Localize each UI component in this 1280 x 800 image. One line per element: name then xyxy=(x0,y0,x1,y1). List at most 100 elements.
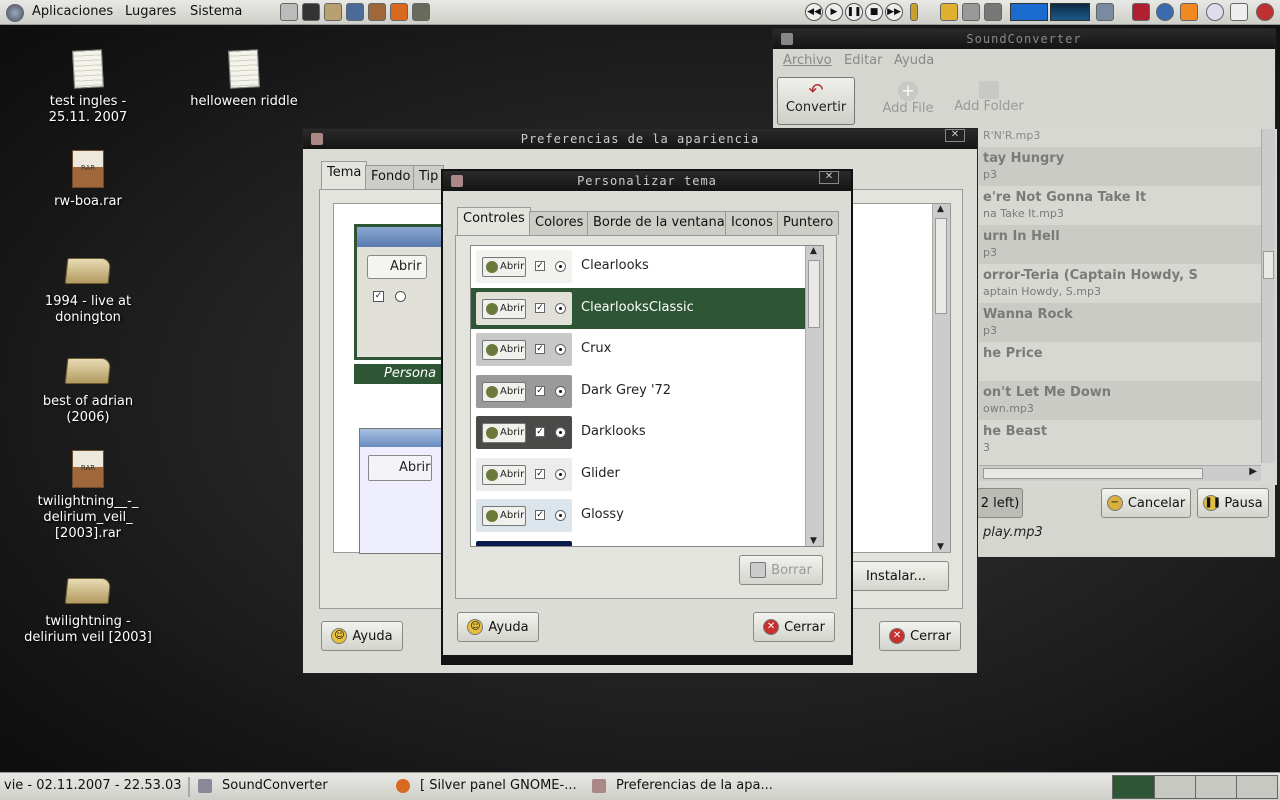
vertical-scrollbar[interactable]: ▲ ▼ xyxy=(932,204,950,552)
scrollbar-thumb[interactable] xyxy=(808,260,820,328)
desktop-icon-rw-boa[interactable]: RAR rw-boa.rar xyxy=(28,150,148,210)
keys-icon[interactable] xyxy=(940,3,958,21)
task-firefox[interactable]: [ Silver panel GNOME-... xyxy=(420,778,577,793)
scroll-up-icon[interactable]: ▲ xyxy=(937,204,944,214)
vertical-scrollbar[interactable] xyxy=(1261,129,1275,463)
clock[interactable]: vie - 02.11.2007 - 22.53.03 xyxy=(4,778,182,793)
pause-button[interactable]: ❚❚ Pausa xyxy=(1197,488,1269,518)
tab-tema[interactable]: Tema xyxy=(321,161,368,189)
convert-button[interactable]: ↶ Convertir xyxy=(777,77,855,125)
close-button[interactable]: ✕ Cerrar xyxy=(753,612,835,642)
tab-borde-ventana[interactable]: Borde de la ventana xyxy=(587,211,731,235)
drive-icon[interactable] xyxy=(1096,3,1114,21)
menu-archivo[interactable]: Archivo xyxy=(783,53,832,68)
file-row[interactable]: e're Not Gonna Take It na Take It.mp3 xyxy=(979,186,1261,225)
theme-row[interactable]: Abrir ✓ Glider xyxy=(471,453,805,495)
theme-row[interactable]: Abrir ✓ Glossy xyxy=(471,495,805,536)
close-icon[interactable]: ✕ xyxy=(945,129,965,142)
install-button[interactable]: Instalar... xyxy=(843,561,949,591)
theme-row[interactable]: Abrir ✓ Dark Grey '72 xyxy=(471,370,805,412)
logout-icon[interactable] xyxy=(1256,3,1274,21)
workspace-2[interactable] xyxy=(1155,776,1196,798)
theme-row[interactable]: Abrir ✓ Clearlooks xyxy=(471,246,805,287)
theme-row[interactable]: Abrir ✓ ClearlooksClassic xyxy=(471,287,805,329)
workspace-4[interactable] xyxy=(1237,776,1277,798)
archive-icon[interactable] xyxy=(368,3,386,21)
jester-icon[interactable] xyxy=(1132,3,1150,21)
scroll-right-icon[interactable]: ▶ xyxy=(1249,466,1257,477)
mail-icon[interactable] xyxy=(1230,3,1248,21)
help-button[interactable]: ☺ Ayuda xyxy=(457,612,539,642)
trash-icon[interactable] xyxy=(280,3,298,21)
scrollbar-thumb[interactable] xyxy=(935,218,947,314)
previous-icon[interactable]: ◀◀ xyxy=(805,3,823,21)
file-row[interactable]: he Price xyxy=(979,342,1261,381)
file-row[interactable]: tay Hungry p3 xyxy=(979,147,1261,186)
menu-ayuda[interactable]: Ayuda xyxy=(894,53,934,68)
desktop-icon-1994-live[interactable]: 1994 - live at donington xyxy=(28,252,148,326)
menu-editar[interactable]: Editar xyxy=(844,53,883,68)
workspace-3[interactable] xyxy=(1196,776,1237,798)
tools-icon[interactable] xyxy=(962,3,980,21)
desktop-icon-test-ingles[interactable]: test ingles - 25.11. 2007 xyxy=(28,49,148,126)
add-file-button[interactable]: + Add File xyxy=(873,79,943,123)
menu-lugares[interactable]: Lugares xyxy=(125,4,176,19)
tab-fondo[interactable]: Fondo xyxy=(365,165,417,189)
task-soundconverter[interactable]: SoundConverter xyxy=(222,778,328,793)
close-icon[interactable]: ✕ xyxy=(819,171,839,184)
tab-controles[interactable]: Controles xyxy=(457,207,531,235)
theme-list[interactable]: Abrir ✓ Clearlooks Abrir ✓ ClearlooksClassic A… xyxy=(470,245,824,547)
tab-puntero[interactable]: Puntero xyxy=(777,211,840,235)
next-icon[interactable]: ▶▶ xyxy=(885,3,903,21)
tab-iconos[interactable]: Iconos xyxy=(725,211,779,235)
desktop-icon-helloween-riddle[interactable]: helloween riddle xyxy=(184,49,304,110)
close-button[interactable]: ✕ Cerrar xyxy=(879,621,961,651)
stop-icon[interactable]: ■ xyxy=(865,3,883,21)
cancel-button[interactable]: − Cancelar xyxy=(1101,488,1191,518)
menu-aplicaciones[interactable]: Aplicaciones xyxy=(32,4,113,19)
appearance-titlebar[interactable]: Preferencias de la apariencia xyxy=(303,129,977,149)
theme-preview-selected[interactable]: Abrir ✓ xyxy=(354,224,444,360)
gimp-icon[interactable] xyxy=(412,3,430,21)
help-button[interactable]: ☺ Ayuda xyxy=(321,621,403,651)
pause-icon[interactable]: ❚❚ xyxy=(845,3,863,21)
play-icon[interactable]: ▶ xyxy=(825,3,843,21)
theme-row-partial[interactable] xyxy=(471,536,805,546)
scrollbar-thumb[interactable] xyxy=(1263,251,1274,279)
gnome-foot-icon[interactable] xyxy=(6,4,24,22)
file-manager-icon[interactable] xyxy=(324,3,342,21)
file-row[interactable]: orror-Teria (Captain Howdy, S aptain Howd… xyxy=(979,264,1261,303)
rss-icon[interactable] xyxy=(1180,3,1198,21)
firefox-icon[interactable] xyxy=(390,3,408,21)
soundconverter-titlebar[interactable]: SoundConverter xyxy=(773,29,1275,49)
delete-button[interactable]: Borrar xyxy=(739,555,823,585)
scrollbar-thumb[interactable] xyxy=(983,468,1203,479)
add-folder-button[interactable]: Add Folder xyxy=(949,79,1029,123)
workspace-switcher[interactable] xyxy=(1112,775,1278,799)
scroll-up-icon[interactable]: ▲ xyxy=(810,246,817,256)
horizontal-scrollbar[interactable]: ▶ xyxy=(979,465,1261,481)
theme-row[interactable]: Abrir ✓ Darklooks xyxy=(471,412,805,453)
desktop-icon-twilightning-folder[interactable]: twilightning - delirium veil [2003] xyxy=(18,572,158,646)
desktop-icon-twilightning-rar[interactable]: RAR twilightning__-_ delirium_veil_ [200… xyxy=(28,450,148,542)
workspace-1[interactable] xyxy=(1113,776,1155,798)
file-row[interactable]: Wanna Rock p3 xyxy=(979,303,1261,342)
scroll-down-icon[interactable]: ▼ xyxy=(810,536,817,546)
file-list[interactable]: R'N'R.mp3 tay Hungry p3 e're Not Gonna Ta… xyxy=(979,129,1277,485)
vertical-scrollbar[interactable]: ▲ ▼ xyxy=(805,246,823,546)
scroll-down-icon[interactable]: ▼ xyxy=(937,542,944,552)
theme-preview-second[interactable]: Abrir xyxy=(359,428,443,554)
file-row[interactable]: on't Let Me Down own.mp3 xyxy=(979,381,1261,420)
desktop-icon-best-of-adrian[interactable]: best of adrian (2006) xyxy=(28,352,148,426)
terminal-icon[interactable] xyxy=(302,3,320,21)
clock-icon[interactable] xyxy=(1206,3,1224,21)
task-appearance[interactable]: Preferencias de la apa... xyxy=(616,778,773,793)
customize-titlebar[interactable]: Personalizar tema xyxy=(443,171,851,191)
bird-icon[interactable] xyxy=(1156,3,1174,21)
tab-tipografia[interactable]: Tip xyxy=(413,165,445,189)
file-row[interactable]: urn In Hell p3 xyxy=(979,225,1261,264)
tab-colores[interactable]: Colores xyxy=(529,211,590,235)
file-row[interactable]: he Beast 3 xyxy=(979,420,1261,459)
theme-row[interactable]: Abrir ✓ Crux xyxy=(471,329,805,370)
monitor-icon[interactable] xyxy=(346,3,364,21)
